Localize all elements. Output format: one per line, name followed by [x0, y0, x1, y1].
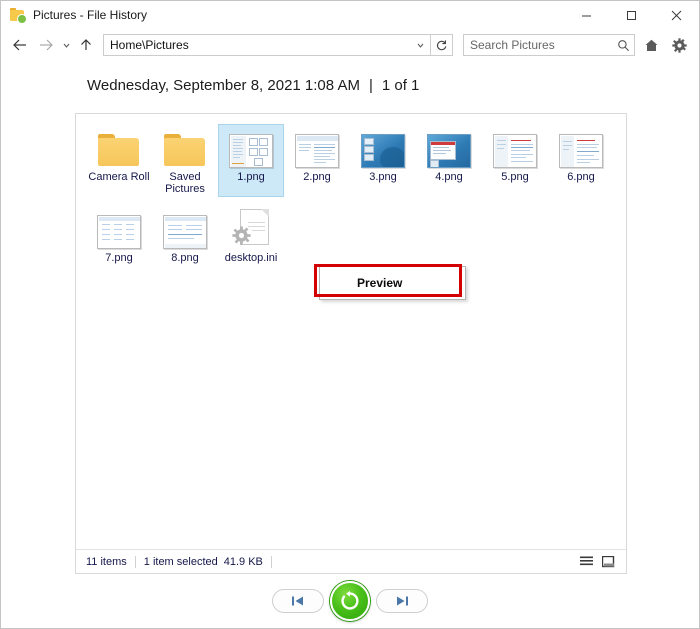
minimize-icon[interactable] [564, 1, 609, 29]
gear-overlay-icon [232, 226, 251, 245]
restore-button[interactable] [330, 581, 370, 621]
file-label: desktop.ini [224, 252, 278, 264]
selection-count: 1 item selected [143, 555, 218, 568]
search-box[interactable] [463, 34, 635, 56]
large-icons-view-icon[interactable] [598, 553, 618, 571]
list-item[interactable]: desktop.ini [218, 205, 284, 266]
file-label: 3.png [369, 171, 397, 183]
back-arrow-icon[interactable] [7, 32, 33, 58]
annotation-rectangle [314, 264, 462, 297]
backup-date-header: Wednesday, September 8, 2021 1:08 AM | 1… [87, 77, 699, 94]
search-icon[interactable] [612, 35, 634, 55]
image-thumbnail-icon [227, 126, 275, 168]
file-label: 6.png [567, 171, 595, 183]
list-item[interactable]: 4.png [416, 124, 482, 197]
gear-icon[interactable] [667, 32, 691, 58]
list-item[interactable]: Saved Pictures [152, 124, 218, 197]
file-label: 7.png [105, 252, 133, 264]
image-thumbnail-icon [425, 126, 473, 168]
window-controls [564, 1, 699, 29]
backup-position: 1 of 1 [381, 77, 420, 94]
forward-arrow-icon[interactable] [33, 32, 59, 58]
maximize-icon[interactable] [609, 1, 654, 29]
list-item[interactable]: 8.png [152, 205, 218, 266]
search-input[interactable] [464, 35, 612, 55]
file-list-pane[interactable]: Camera Roll Saved Pictures 1.png 2.png 3… [75, 113, 627, 574]
title-bar: Pictures - File History [1, 1, 699, 29]
close-icon[interactable] [654, 1, 699, 29]
ini-file-icon [227, 207, 275, 249]
list-item[interactable]: 7.png [86, 205, 152, 266]
list-item[interactable]: 6.png [548, 124, 614, 197]
folder-history-icon [10, 7, 27, 24]
file-label: 4.png [435, 171, 463, 183]
next-version-icon[interactable] [376, 589, 428, 613]
file-grid: Camera Roll Saved Pictures 1.png 2.png 3… [76, 114, 626, 272]
folder-icon [161, 126, 209, 168]
list-item[interactable]: 3.png [350, 124, 416, 197]
image-thumbnail-icon [491, 126, 539, 168]
navigation-toolbar: Home\Pictures [1, 29, 699, 61]
details-view-icon[interactable] [576, 553, 596, 571]
backup-date: Wednesday, September 8, 2021 1:08 AM [87, 77, 360, 94]
address-chevron-down-icon[interactable] [410, 35, 430, 55]
list-item[interactable]: 2.png [284, 124, 350, 197]
status-bar: 11 items 1 item selected 41.9 KB [76, 549, 626, 573]
restore-icon [341, 590, 359, 610]
file-label: 5.png [501, 171, 529, 183]
up-arrow-icon[interactable] [73, 32, 99, 58]
home-icon[interactable] [639, 32, 663, 58]
file-label: 1.png [237, 171, 265, 183]
list-item[interactable]: Camera Roll [86, 124, 152, 197]
file-label: 2.png [303, 171, 331, 183]
previous-version-icon[interactable] [272, 589, 324, 613]
file-label: 8.png [171, 252, 199, 264]
status-divider [270, 555, 272, 568]
version-control-bar [1, 574, 699, 628]
image-thumbnail-icon [359, 126, 407, 168]
recent-locations-chevron-down-icon[interactable] [59, 32, 73, 58]
image-thumbnail-icon [557, 126, 605, 168]
status-divider [134, 555, 136, 568]
address-bar[interactable]: Home\Pictures [103, 34, 431, 56]
window-title: Pictures - File History [33, 8, 148, 22]
selection-size: 41.9 KB [223, 555, 263, 568]
folder-icon [95, 126, 143, 168]
refresh-icon[interactable] [431, 34, 453, 56]
item-count: 11 items [86, 555, 127, 568]
list-item[interactable]: 5.png [482, 124, 548, 197]
file-label: Saved Pictures [165, 171, 205, 195]
address-path: Home\Pictures [110, 38, 189, 52]
image-thumbnail-icon [95, 207, 143, 249]
list-item[interactable]: 1.png [218, 124, 284, 197]
file-label: Camera Roll [88, 171, 150, 183]
image-thumbnail-icon [161, 207, 209, 249]
header-separator: | [368, 77, 373, 94]
image-thumbnail-icon [293, 126, 341, 168]
file-history-window: Pictures - File History Home\Pictures Se… [0, 0, 700, 629]
